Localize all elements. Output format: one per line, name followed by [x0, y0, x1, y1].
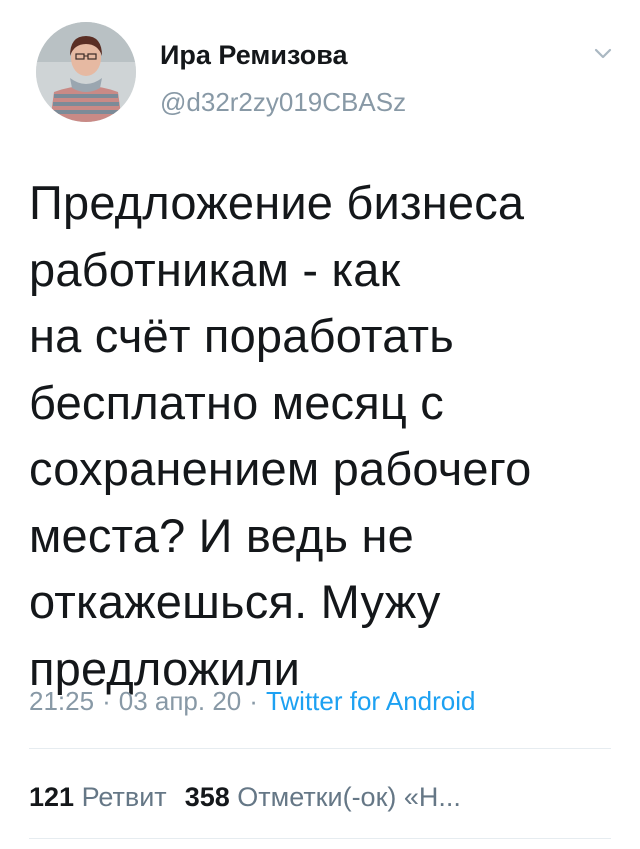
tweet-text-line: работникам - как [29, 242, 401, 296]
tweet-text-line: места? И ведь не [29, 508, 414, 562]
meta-separator: · [102, 686, 111, 716]
tweet-meta: 21:25 · 03 апр. 20 · Twitter for Android [29, 684, 475, 718]
tweet-time[interactable]: 21:25 [29, 686, 94, 716]
retweets-stat[interactable]: 121 Ретвит [29, 782, 167, 812]
likes-label: Отметки(-ок) [237, 782, 397, 812]
tweet-text-line: сохранением рабочего [29, 442, 532, 495]
tweet-text: Предложение бизнеса работникам - как на … [29, 170, 629, 702]
tweet-source-link[interactable]: Twitter for Android [266, 686, 476, 716]
meta-separator: · [249, 686, 258, 716]
user-display-name[interactable]: Ира Ремизова [160, 38, 347, 72]
likes-count: 358 [184, 782, 230, 812]
tweet-stats: 121 Ретвит 358 Отметки(-ок) «Н... [29, 780, 461, 814]
retweets-count: 121 [29, 782, 75, 812]
divider [29, 748, 611, 749]
tweet-text-line: бесплатно месяц с [29, 375, 444, 429]
tweet-date[interactable]: 03 апр. 20 [119, 686, 242, 716]
chevron-down-icon[interactable] [590, 42, 616, 64]
divider [29, 838, 611, 839]
retweets-label: Ретвит [81, 782, 167, 812]
tweet-text-line: откажешься. Мужу [29, 575, 441, 628]
tweet-detail: Ира Ремизова @d32r2zy019CBASz Предложени… [0, 0, 640, 849]
user-handle[interactable]: @d32r2zy019CBASz [160, 86, 406, 118]
more-stats-label[interactable]: «Н... [404, 782, 461, 812]
tweet-text-line: Предложение бизнеса [29, 176, 525, 229]
avatar[interactable] [36, 22, 136, 122]
likes-stat[interactable]: 358 Отметки(-ок) [185, 782, 397, 812]
tweet-text-line: на счёт поработать [29, 309, 454, 362]
